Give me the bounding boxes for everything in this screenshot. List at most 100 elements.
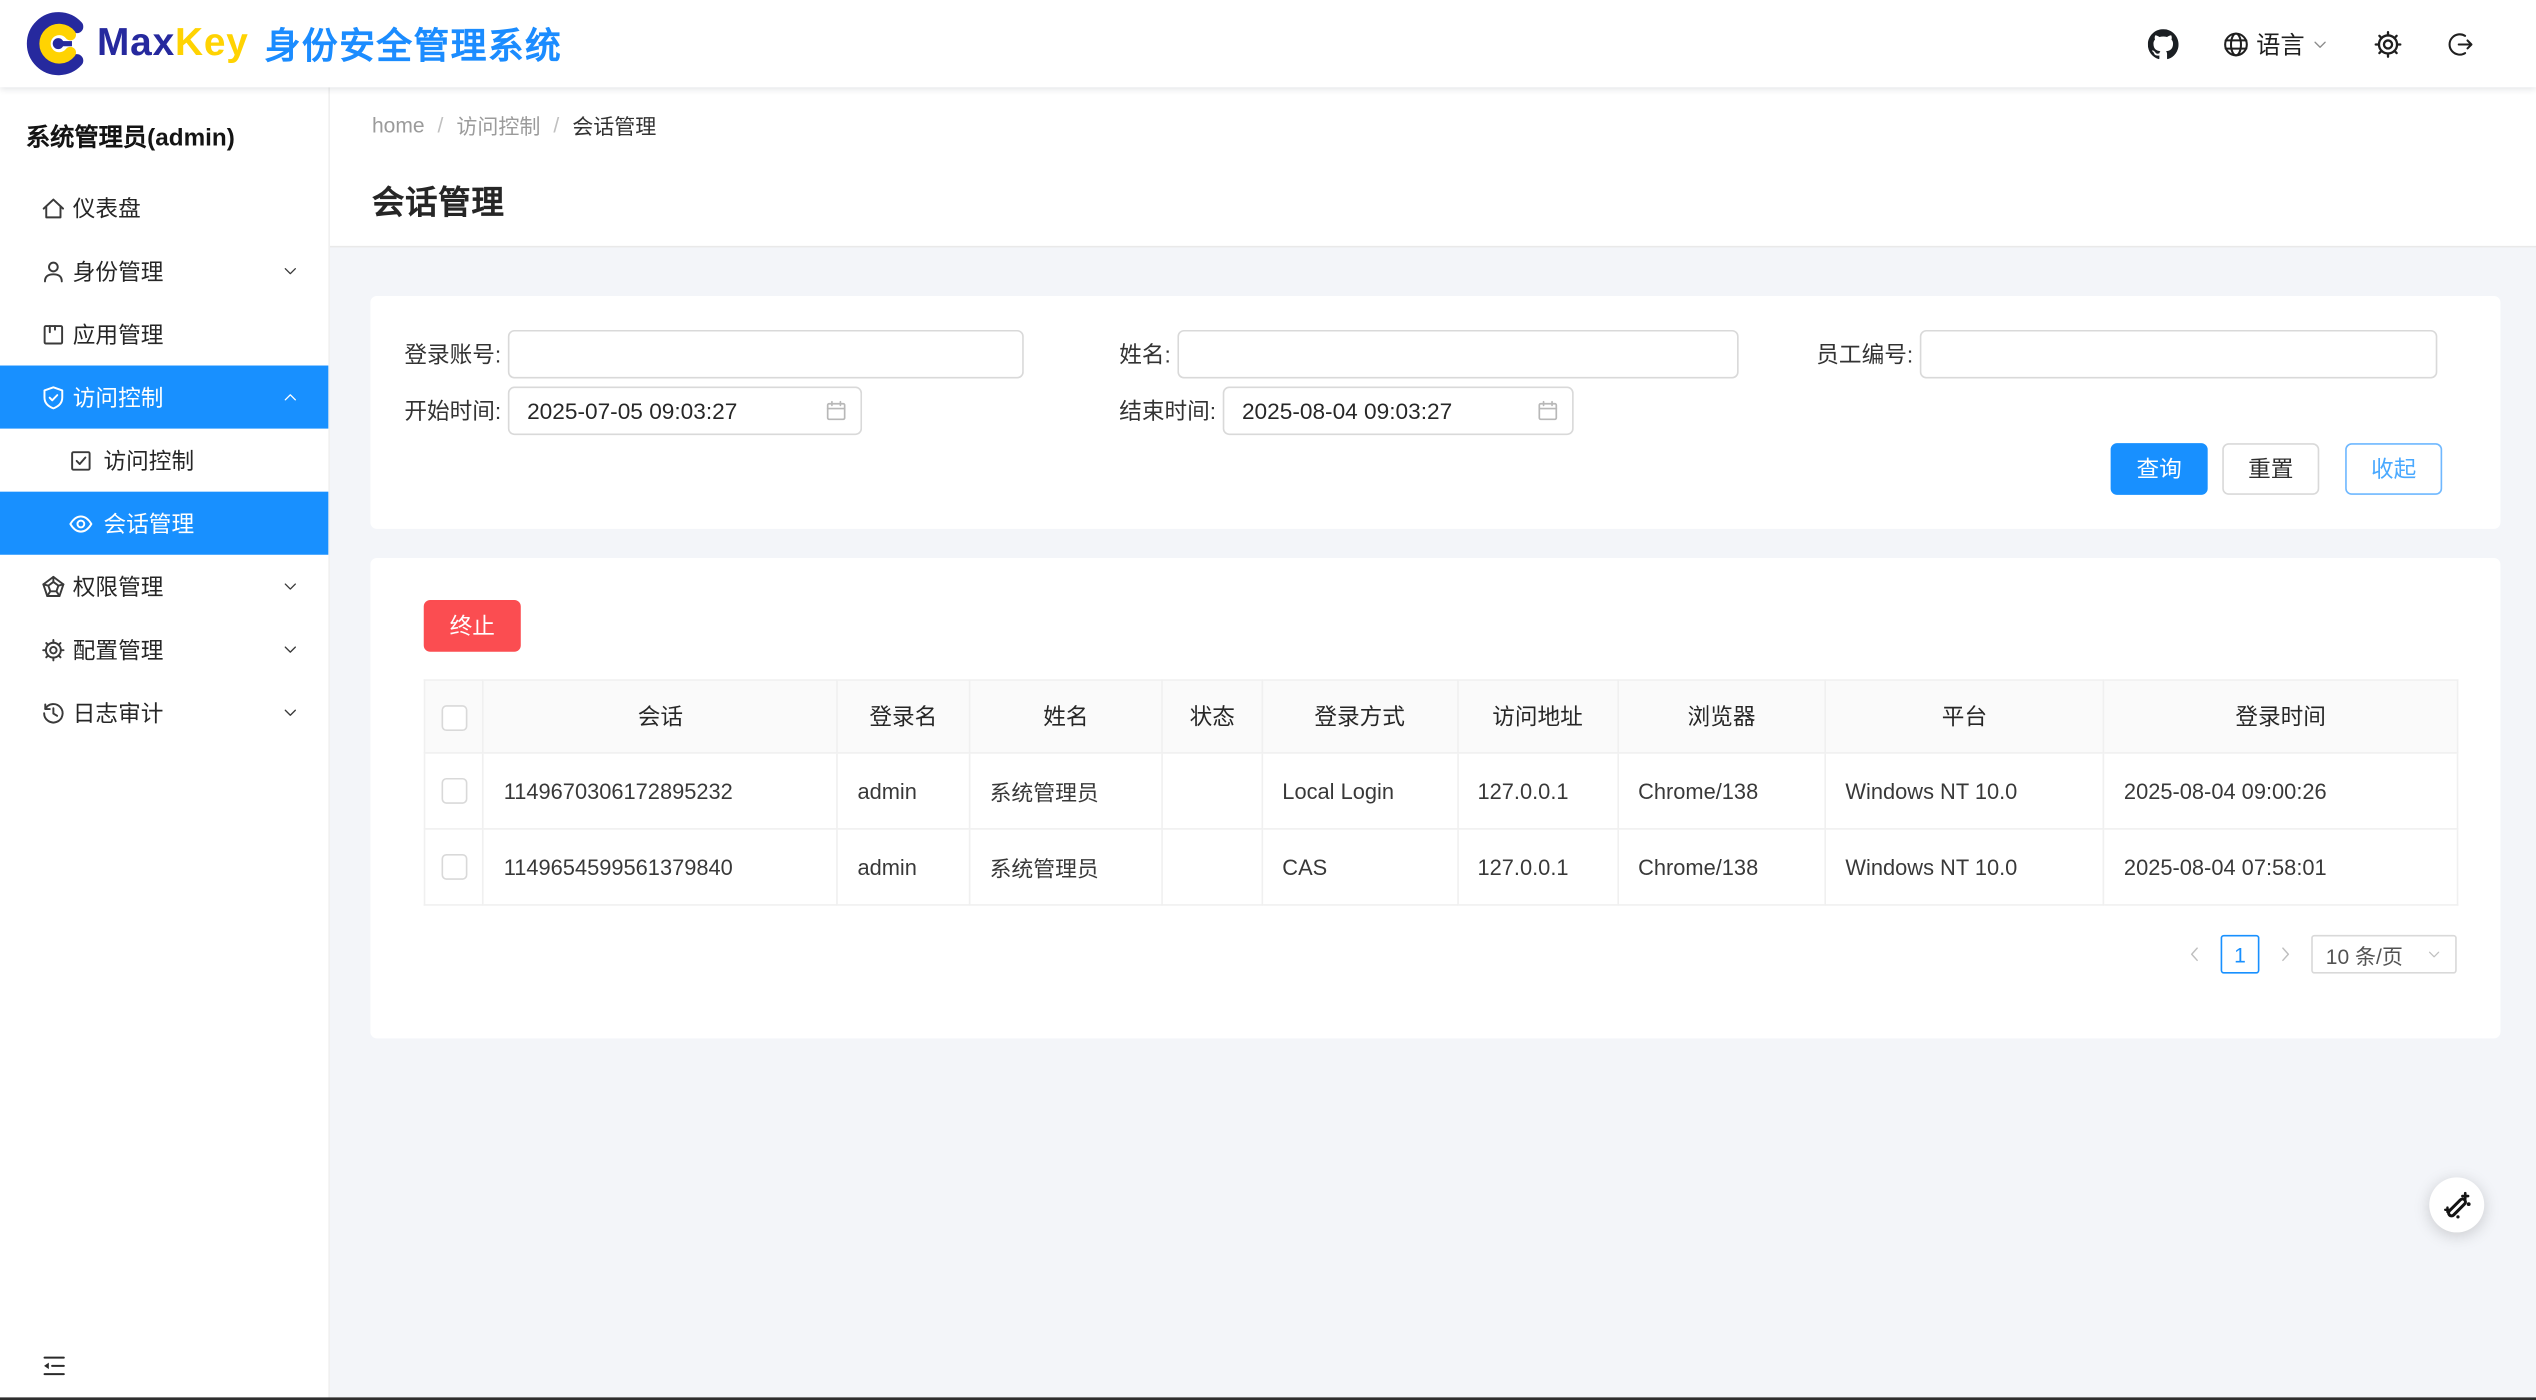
cell-login-name: admin xyxy=(837,829,969,905)
terminate-button[interactable]: 终止 xyxy=(424,600,521,652)
cell-login-name: admin xyxy=(837,753,969,829)
cell-login-time: 2025-08-04 09:00:26 xyxy=(2104,753,2458,829)
employee-id-input[interactable] xyxy=(1920,330,2438,379)
cell-login-method: Local Login xyxy=(1262,753,1457,829)
dashboard-icon xyxy=(40,195,66,221)
main-content: home / 访问控制 / 会话管理 会话管理 登录账号: 姓名: xyxy=(330,87,2536,1400)
prev-page-button[interactable] xyxy=(2180,935,2209,974)
col-login-time: 登录时间 xyxy=(2104,680,2458,753)
sidebar-item-dashboard[interactable]: 仪表盘 xyxy=(0,176,328,239)
reset-button[interactable]: 重置 xyxy=(2222,443,2319,495)
cell-browser: Chrome/138 xyxy=(1618,829,1825,905)
select-all-checkbox[interactable] xyxy=(441,705,467,731)
breadcrumb-separator: / xyxy=(553,113,559,137)
row-checkbox[interactable] xyxy=(441,778,467,804)
cell-name: 系统管理员 xyxy=(969,829,1162,905)
row-checkbox[interactable] xyxy=(441,854,467,880)
current-user-title: 系统管理员(admin) xyxy=(0,87,328,176)
employee-id-label: 员工编号: xyxy=(1816,338,1919,370)
brand-key-text: Key xyxy=(175,21,249,66)
cell-login-method: CAS xyxy=(1262,829,1457,905)
col-name: 姓名 xyxy=(969,680,1162,753)
user-icon xyxy=(40,258,66,284)
menu-fold-icon xyxy=(40,1351,67,1378)
language-switcher[interactable]: 语言 xyxy=(2222,27,2329,61)
globe-icon xyxy=(2222,30,2249,57)
eye-icon xyxy=(68,510,94,536)
sidebar-menu: 仪表盘 身份管理 应用管理 访 xyxy=(0,176,328,744)
chevron-down-icon xyxy=(281,704,299,722)
brand-max-text: Max xyxy=(97,21,175,66)
sidebar-collapse-trigger[interactable] xyxy=(0,1333,328,1398)
page-size-value: 10 条/页 xyxy=(2326,939,2417,970)
check-square-icon xyxy=(68,447,94,473)
filter-field-end-time: 结束时间: xyxy=(1119,387,1573,436)
top-header: MaxKey 身份安全管理系统 语言 xyxy=(0,0,2536,87)
sidebar-item-label: 日志审计 xyxy=(73,696,164,728)
cell-access-address: 127.0.0.1 xyxy=(1457,753,1618,829)
gear-icon xyxy=(40,636,66,662)
cell-session-id: 1149670306172895232 xyxy=(483,753,837,829)
search-button[interactable]: 查询 xyxy=(2111,443,2208,495)
page-header: home / 访问控制 / 会话管理 会话管理 xyxy=(330,87,2536,247)
maxkey-logo-icon xyxy=(26,11,91,76)
breadcrumb-separator: / xyxy=(438,113,444,137)
breadcrumb: home / 访问控制 / 会话管理 xyxy=(372,110,2536,141)
page-number-button[interactable]: 1 xyxy=(2221,935,2260,974)
sidebar-item-access-control[interactable]: 访问控制 xyxy=(0,366,328,429)
table-header-row: 会话 登录名 姓名 状态 登录方式 访问地址 浏览器 平台 登录时间 xyxy=(425,680,2458,753)
logout-icon[interactable] xyxy=(2447,30,2474,57)
shield-check-icon xyxy=(40,384,66,410)
end-time-label: 结束时间: xyxy=(1119,395,1222,427)
sidebar-subitem-access-control[interactable]: 访问控制 xyxy=(0,429,328,492)
cell-browser: Chrome/138 xyxy=(1618,753,1825,829)
session-table: 会话 登录名 姓名 状态 登录方式 访问地址 浏览器 平台 登录时间 xyxy=(424,679,2459,905)
sidebar-item-applications[interactable]: 应用管理 xyxy=(0,302,328,365)
github-icon[interactable] xyxy=(2148,28,2179,59)
col-login-name: 登录名 xyxy=(837,680,969,753)
chevron-down-icon xyxy=(281,640,299,658)
theme-magic-button[interactable] xyxy=(2429,1177,2484,1232)
col-access-address: 访问地址 xyxy=(1457,680,1618,753)
sidebar-item-label: 会话管理 xyxy=(104,507,195,539)
page-size-select[interactable]: 10 条/页 xyxy=(2311,935,2457,974)
name-input[interactable] xyxy=(1177,330,1738,379)
pagination: 1 10 条/页 xyxy=(2180,935,2457,974)
login-account-input[interactable] xyxy=(508,330,1024,379)
session-table-panel: 终止 会话 登录名 姓名 状态 登录方式 xyxy=(370,558,2500,1038)
breadcrumb-home[interactable]: home xyxy=(372,113,425,137)
chevron-down-icon xyxy=(281,577,299,595)
filter-field-employee-id: 员工编号: xyxy=(1816,330,2437,379)
filter-panel: 登录账号: 姓名: 员工编号: 开始时间: xyxy=(370,296,2500,529)
app-window: MaxKey 身份安全管理系统 语言 xyxy=(0,0,2536,1400)
sidebar-item-configuration[interactable]: 配置管理 xyxy=(0,618,328,681)
sidebar-item-audit-logs[interactable]: 日志审计 xyxy=(0,681,328,744)
cell-name: 系统管理员 xyxy=(969,753,1162,829)
cell-platform: Windows NT 10.0 xyxy=(1825,753,2104,829)
end-time-input[interactable] xyxy=(1223,387,1574,436)
chevron-up-icon xyxy=(281,388,299,406)
sidebar-subitem-session-management[interactable]: 会话管理 xyxy=(0,492,328,555)
cell-login-time: 2025-08-04 07:58:01 xyxy=(2104,829,2458,905)
sidebar-item-label: 权限管理 xyxy=(73,570,164,602)
chevron-down-icon xyxy=(2311,35,2329,53)
start-time-input[interactable] xyxy=(508,387,862,436)
collapse-button[interactable]: 收起 xyxy=(2345,443,2442,495)
filter-actions: 查询 重置 收起 xyxy=(2111,443,2443,495)
settings-gear-icon[interactable] xyxy=(2373,28,2404,59)
system-title: 身份安全管理系统 xyxy=(265,18,563,70)
col-login-method: 登录方式 xyxy=(1262,680,1457,753)
start-time-label: 开始时间: xyxy=(404,395,507,427)
sidebar-item-permissions[interactable]: 权限管理 xyxy=(0,555,328,618)
breadcrumb-access-control[interactable]: 访问控制 xyxy=(456,110,540,141)
apps-icon xyxy=(40,321,66,347)
cell-session-id: 1149654599561379840 xyxy=(483,829,837,905)
cell-platform: Windows NT 10.0 xyxy=(1825,829,2104,905)
login-account-label: 登录账号: xyxy=(404,338,507,370)
sidebar-item-label: 应用管理 xyxy=(73,318,164,350)
safety-icon xyxy=(40,573,66,599)
next-page-button[interactable] xyxy=(2271,935,2300,974)
sidebar-item-identity[interactable]: 身份管理 xyxy=(0,239,328,302)
history-icon xyxy=(40,700,66,726)
sidebar-item-label: 访问控制 xyxy=(104,444,195,476)
